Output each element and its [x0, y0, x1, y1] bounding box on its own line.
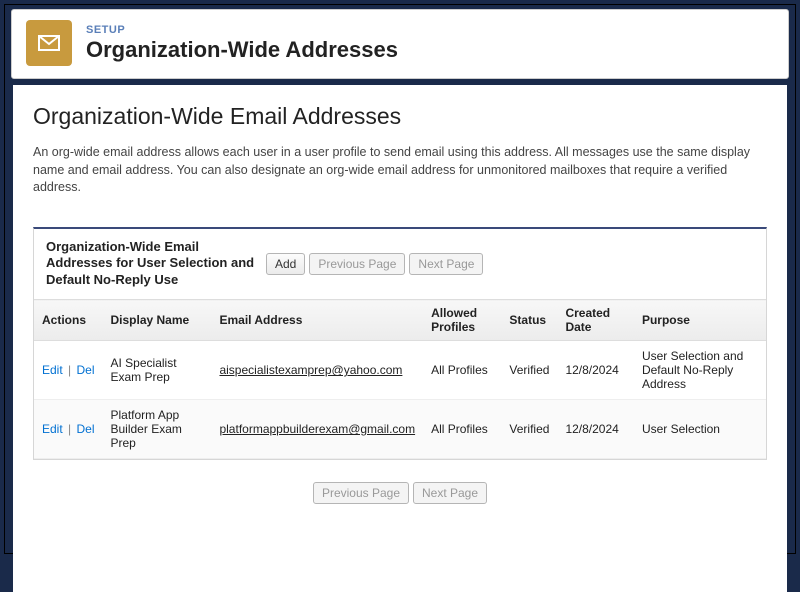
del-link[interactable]: Del [76, 363, 94, 377]
header-eyebrow: SETUP [86, 24, 398, 36]
main-card: Organization-Wide Email Addresses An org… [13, 85, 787, 592]
table-row: Edit | DelPlatform App Builder Exam Prep… [34, 400, 766, 459]
cell-display-name: Platform App Builder Exam Prep [103, 400, 212, 459]
previous-page-button-bottom[interactable]: Previous Page [313, 482, 409, 504]
address-list-block: Organization-Wide Email Addresses for Us… [33, 227, 767, 461]
cell-allowed: All Profiles [423, 400, 501, 459]
col-email: Email Address [211, 300, 423, 341]
header-title: Organization-Wide Addresses [86, 37, 398, 63]
list-block-title: Organization-Wide Email Addresses for Us… [46, 239, 266, 290]
edit-link[interactable]: Edit [42, 422, 63, 436]
next-page-button-bottom[interactable]: Next Page [413, 482, 487, 504]
add-button[interactable]: Add [266, 253, 305, 275]
del-link[interactable]: Del [76, 422, 94, 436]
setup-header: SETUP Organization-Wide Addresses [11, 9, 789, 79]
cell-allowed: All Profiles [423, 341, 501, 400]
address-table: Actions Display Name Email Address Allow… [34, 299, 766, 459]
col-allowed: Allowed Profiles [423, 300, 501, 341]
help-text: An org-wide email address allows each us… [33, 144, 767, 197]
cell-status: Verified [501, 341, 557, 400]
col-status: Status [501, 300, 557, 341]
cell-purpose: User Selection [634, 400, 766, 459]
page-title: Organization-Wide Email Addresses [33, 103, 767, 130]
cell-created: 12/8/2024 [557, 400, 634, 459]
cell-created: 12/8/2024 [557, 341, 634, 400]
col-purpose: Purpose [634, 300, 766, 341]
email-link[interactable]: platformappbuilderexam@gmail.com [219, 422, 415, 436]
table-row: Edit | DelAI Specialist Exam Prepaispeci… [34, 341, 766, 400]
next-page-button[interactable]: Next Page [409, 253, 483, 275]
col-created: Created Date [557, 300, 634, 341]
edit-link[interactable]: Edit [42, 363, 63, 377]
previous-page-button[interactable]: Previous Page [309, 253, 405, 275]
email-link[interactable]: aispecialistexamprep@yahoo.com [219, 363, 402, 377]
mail-icon [26, 20, 72, 66]
cell-purpose: User Selection and Default No-Reply Addr… [634, 341, 766, 400]
cell-display-name: AI Specialist Exam Prep [103, 341, 212, 400]
col-actions: Actions [34, 300, 103, 341]
cell-status: Verified [501, 400, 557, 459]
col-display-name: Display Name [103, 300, 212, 341]
